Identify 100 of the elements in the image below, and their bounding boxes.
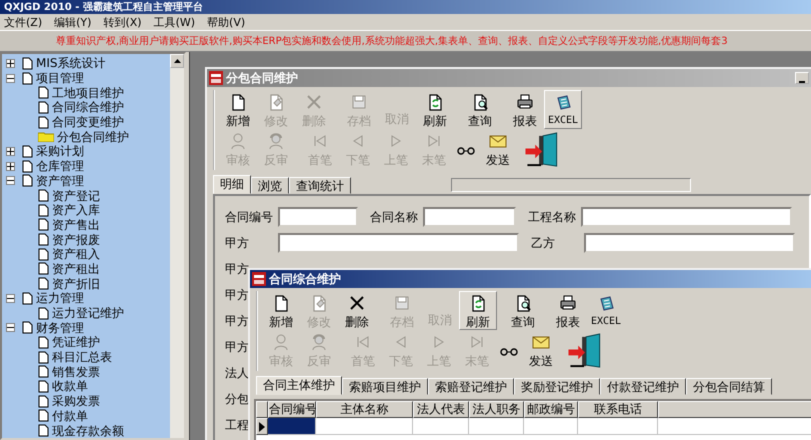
tree-label: 资产入库 [52,203,100,218]
tree-item[interactable]: 资产报废 [2,232,170,247]
tree-item[interactable]: 财务管理 [2,320,170,336]
tab[interactable]: 奖励登记维护 [514,378,600,395]
expand-icon[interactable] [6,58,15,68]
tab[interactable]: 合同主体维护 [256,376,342,395]
tree-item[interactable]: 采购计划 [2,144,170,159]
tab[interactable]: 付款登记维护 [600,378,686,395]
skip-forward-icon [427,134,441,148]
collapse-icon[interactable] [6,294,15,303]
menu-item[interactable]: 转到(X) [103,14,142,30]
document-icon [22,292,33,305]
tab[interactable]: 索赔登记维护 [428,378,514,395]
column-header[interactable]: 法人代表 [413,401,469,418]
collapse-icon[interactable] [6,176,15,186]
column-header[interactable]: 邮政编号 [524,401,578,418]
scrollbar[interactable] [170,54,184,438]
column-header[interactable]: 主体名称 [316,401,413,418]
column-header[interactable]: 法人职务 [469,401,524,418]
tab[interactable]: 索赔项目维护 [342,378,428,395]
toolbar-button[interactable]: 新增 [262,291,300,330]
toolbar-button[interactable]: 刷新 [416,90,454,129]
tree-item[interactable]: 工地项目维护 [2,85,170,100]
expand-icon[interactable] [6,146,15,156]
toolbar-button[interactable]: EXCEL [587,291,625,330]
table-cell[interactable] [316,418,413,435]
tree-label: 资产报废 [52,232,100,247]
input-field[interactable] [278,207,358,227]
toolbar-button[interactable]: 刷新 [459,291,497,330]
document-icon [38,380,49,393]
tree-label: 合同综合维护 [52,100,124,114]
input-field[interactable] [278,233,519,253]
selected-cell[interactable] [268,418,316,435]
input-field[interactable] [581,207,792,227]
tree-item[interactable]: 仓库管理 [2,158,170,174]
tree-item[interactable]: 资产入库 [2,202,170,218]
tree-item[interactable]: 项目管理 [2,70,170,86]
menu-item[interactable]: 工具(W) [154,14,196,30]
input-field[interactable] [584,233,795,253]
tree-item[interactable]: 运力管理 [2,291,170,306]
tree-item[interactable]: 资产折旧 [2,276,170,291]
toolbar-button[interactable]: 删除 [338,291,376,330]
column-header[interactable] [658,401,811,418]
tree-item[interactable]: 合同变更维护 [2,114,170,130]
envelope-icon [489,134,507,148]
tree-label: 资产折旧 [52,276,100,291]
tree-item[interactable]: 资产租入 [2,246,170,262]
tab[interactable]: 分包合同结算 [686,378,772,395]
tab[interactable]: 浏览 [251,177,289,194]
field-label: 工程名称 [528,208,577,226]
tab[interactable]: 明细 [213,175,251,194]
table-cell[interactable] [578,418,658,435]
toolbar-button[interactable]: 发送 [479,129,517,170]
menu-item[interactable]: 文件(Z) [4,14,42,30]
collapse-icon[interactable] [6,323,15,332]
document-icon [38,218,49,232]
toolbar-button[interactable]: 查询 [461,90,499,129]
toolbar-button[interactable]: 发送 [522,330,560,371]
tree-item[interactable]: 付款单 [2,408,170,424]
tab[interactable]: 查询统计 [289,177,351,194]
tree-item[interactable]: 资产售出 [2,218,170,232]
tree-item[interactable]: 合同综合维护 [2,100,170,115]
tree-label: 现金存款余额 [52,424,124,438]
table-cell[interactable] [469,418,524,435]
tree-item[interactable]: 收款单 [2,379,170,394]
scroll-up-icon[interactable] [174,59,180,63]
toolbar-button[interactable]: 报表 [549,291,587,330]
tree-item[interactable]: 资产登记 [2,188,170,203]
tree-item[interactable]: 分包合同维护 [2,129,170,144]
minimize-button[interactable] [795,72,809,84]
tree-label: 采购发票 [52,394,100,408]
toolbar-button[interactable]: 查询 [504,291,542,330]
tree-item[interactable]: 采购发票 [2,394,170,408]
field-label: 法人 [225,364,250,382]
tree-item[interactable]: 销售发票 [2,364,170,380]
menu-item[interactable]: 编辑(Y) [54,14,92,30]
tree-item[interactable]: 现金存款余额 [2,423,170,438]
tree-item[interactable]: 凭证维护 [2,335,170,350]
toolbar-button[interactable]: 报表 [506,90,544,129]
table-cell[interactable] [413,418,469,435]
collapse-icon[interactable] [6,74,15,83]
tree-label: 财务管理 [36,320,84,335]
tree-label: 收款单 [52,379,88,394]
app-logo-icon [252,272,266,286]
menu-item[interactable]: 帮助(V) [207,14,246,30]
toolbar-button[interactable]: 新增 [219,90,257,129]
printer-icon [516,93,534,111]
tree-item[interactable]: 运力登记维护 [2,306,170,320]
tree-label: 分包合同维护 [57,130,129,144]
tree-item[interactable]: 科目汇总表 [2,350,170,364]
tree-item[interactable]: MIS系统设计 [2,56,170,71]
input-field[interactable] [423,207,516,227]
tree-item[interactable]: 资产租出 [2,262,170,276]
toolbar-button[interactable]: EXCEL [544,90,582,129]
skip-back-icon [313,134,327,148]
column-header[interactable]: 联系电话 [578,401,658,418]
tree-item[interactable]: 资产管理 [2,174,170,188]
table-cell[interactable] [524,418,578,435]
document-icon [22,160,33,173]
expand-icon[interactable] [6,162,15,171]
